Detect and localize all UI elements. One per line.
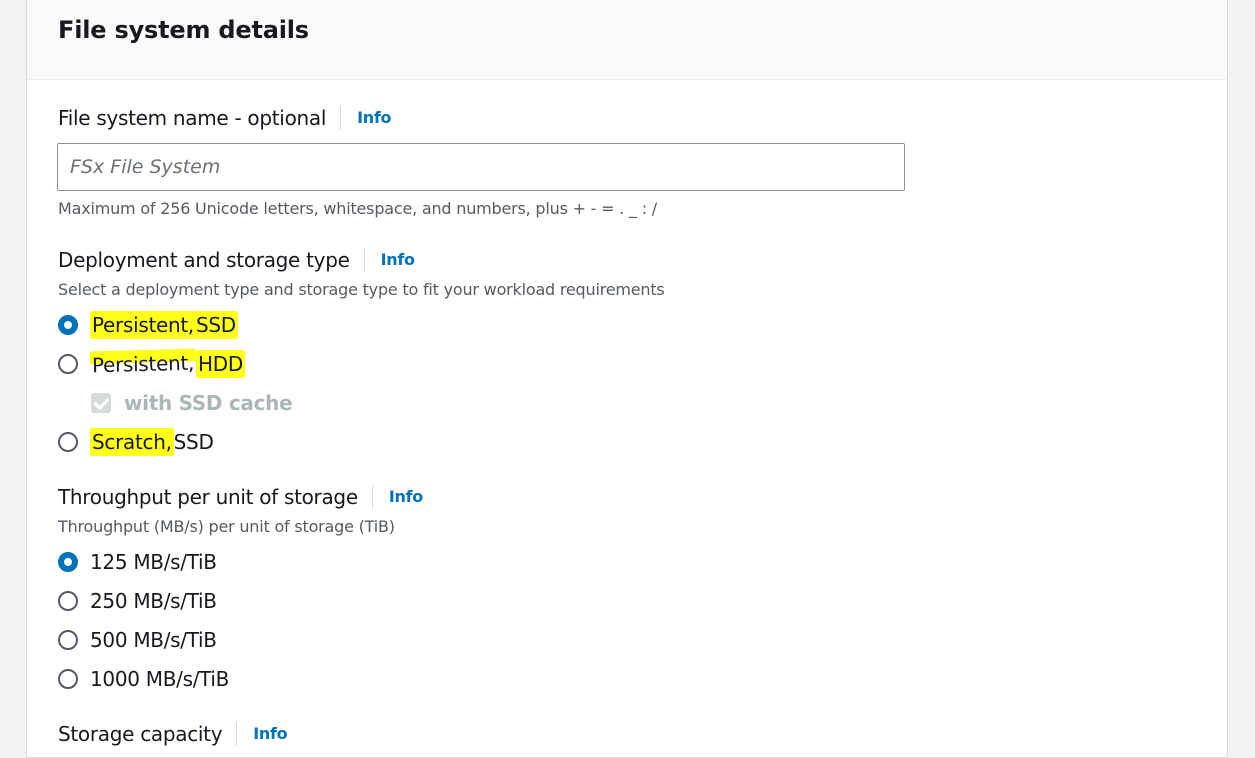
label-separator — [363, 248, 365, 272]
option-label: 250 MB/s/TiB — [90, 588, 217, 613]
throughput-option-250[interactable]: 250 MB/s/TiB — [58, 581, 229, 620]
checkbox-check-icon — [91, 392, 111, 413]
throughput-option-500[interactable]: 500 MB/s/TiB — [58, 620, 229, 659]
name-field-label-row: File system name - optional Info — [58, 104, 392, 132]
label-separator — [236, 722, 238, 746]
radio-button[interactable] — [58, 353, 78, 374]
storage-capacity-info-link[interactable]: Info — [253, 720, 287, 748]
option-label: 125 MB/s/TiB — [90, 549, 217, 574]
panel-header: File system details — [27, 0, 1227, 80]
throughput-option-1000[interactable]: 1000 MB/s/TiB — [58, 659, 229, 698]
throughput-info-link[interactable]: Info — [389, 483, 423, 511]
with-ssd-cache-label: with SSD cache — [124, 390, 293, 415]
radio-button[interactable] — [58, 551, 78, 572]
deployment-option-persistent-hdd[interactable]: Persistent, HDD — [58, 344, 292, 383]
radio-button[interactable] — [58, 314, 78, 335]
highlight-mark: Scratch, — [90, 427, 174, 456]
panel-title: File system details — [58, 16, 309, 44]
deployment-radio-group: Persistent, SSD Persistent, HDD with SSD… — [58, 305, 293, 461]
deployment-option-scratch-ssd[interactable]: Scratch, SSD — [58, 422, 292, 461]
highlight-mark: Persistent, — [90, 310, 196, 339]
radio-button[interactable] — [58, 590, 78, 611]
throughput-description: Throughput (MB/s) per unit of storage (T… — [58, 517, 395, 536]
radio-button[interactable] — [58, 431, 78, 452]
name-field-hint: Maximum of 256 Unicode letters, whitespa… — [58, 199, 657, 218]
option-label: 1000 MB/s/TiB — [90, 666, 230, 691]
deployment-option-persistent-ssd[interactable]: Persistent, SSD — [58, 305, 292, 344]
label-separator — [340, 106, 342, 130]
label-separator — [371, 485, 373, 509]
with-ssd-cache-option: with SSD cache — [58, 383, 293, 422]
name-info-link[interactable]: Info — [357, 104, 391, 132]
deployment-label: Deployment and storage type — [58, 248, 350, 272]
highlight-mark: Persistent, — [89, 348, 197, 379]
option-label: SSD — [173, 429, 214, 454]
throughput-label: Throughput per unit of storage — [58, 485, 358, 509]
storage-capacity-label-row: Storage capacity Info — [58, 720, 288, 748]
throughput-label-row: Throughput per unit of storage Info — [58, 483, 423, 511]
storage-capacity-label: Storage capacity — [58, 722, 223, 746]
deployment-info-link[interactable]: Info — [381, 246, 415, 274]
highlight-mark: HDD — [196, 349, 245, 378]
radio-button[interactable] — [58, 629, 78, 650]
deployment-description: Select a deployment type and storage typ… — [58, 280, 665, 299]
deployment-label-row: Deployment and storage type Info — [58, 246, 415, 274]
name-field-label: File system name - optional — [58, 106, 327, 130]
option-label: 500 MB/s/TiB — [90, 627, 217, 652]
file-system-name-input[interactable] — [57, 143, 905, 191]
throughput-radio-group: 125 MB/s/TiB 250 MB/s/TiB 500 MB/s/TiB 1… — [58, 542, 229, 698]
file-system-details-panel: File system details File system name - o… — [26, 0, 1228, 758]
highlight-mark: SSD — [194, 310, 238, 339]
throughput-option-125[interactable]: 125 MB/s/TiB — [58, 542, 229, 581]
radio-button[interactable] — [58, 668, 78, 689]
